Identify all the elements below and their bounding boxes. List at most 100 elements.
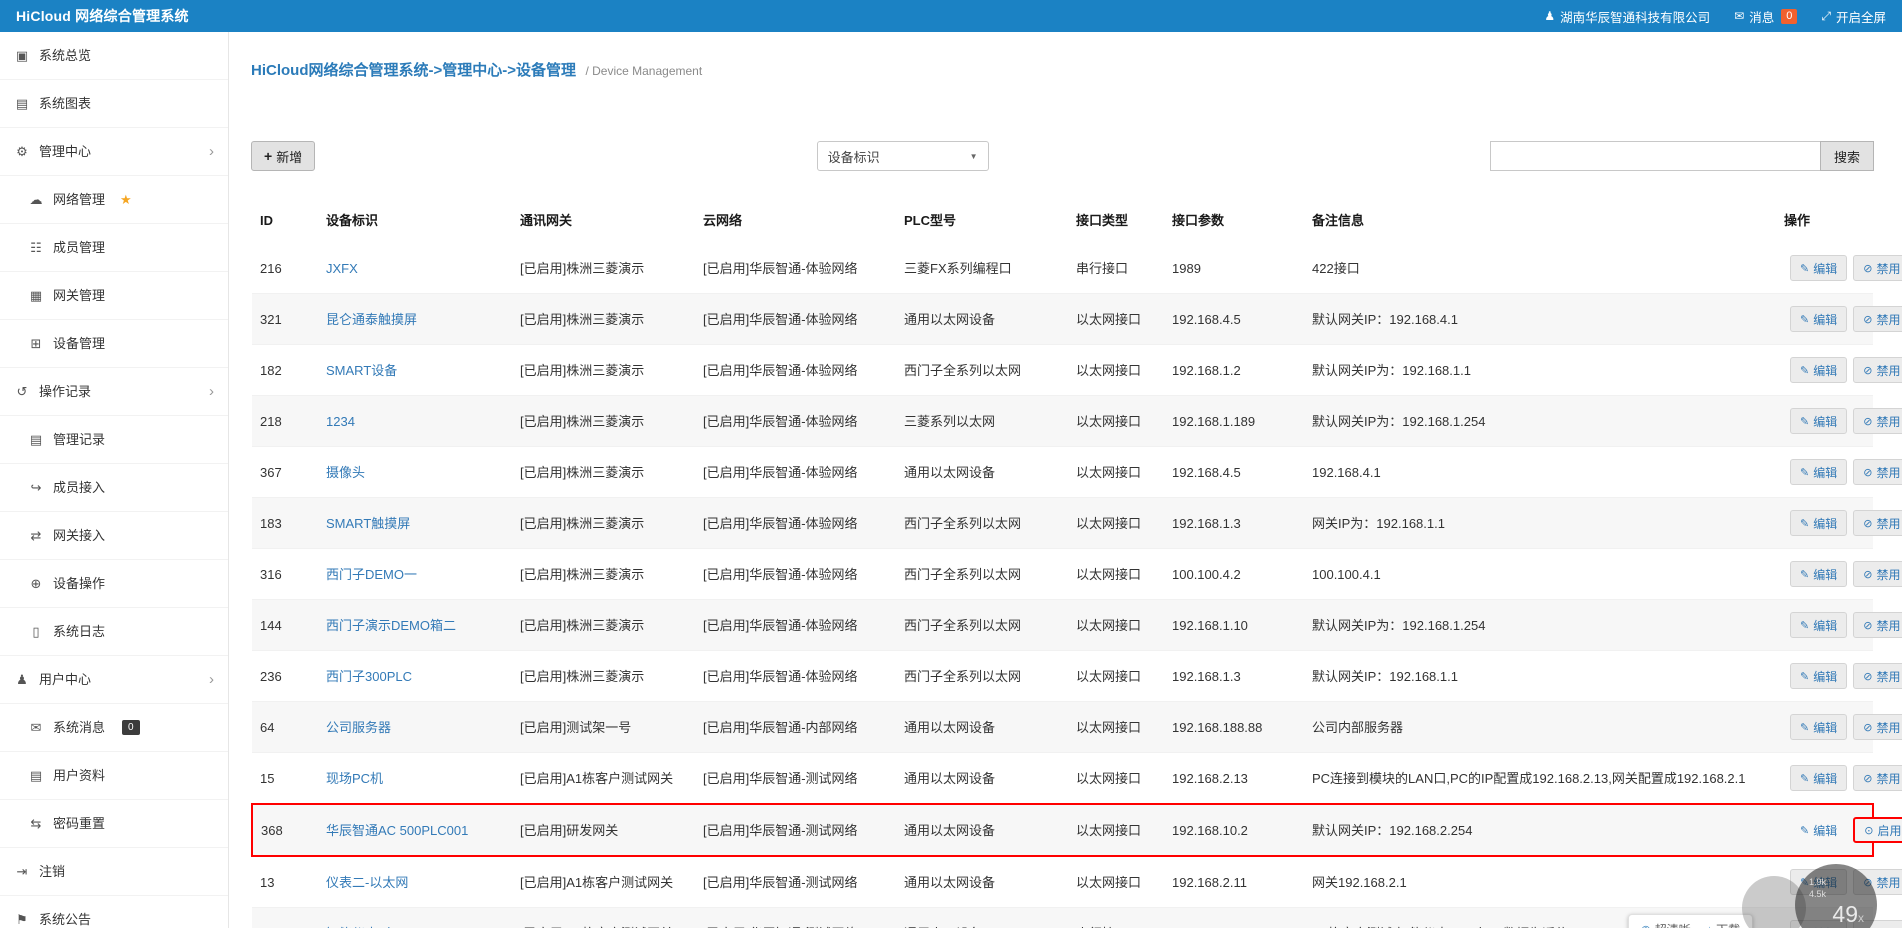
column-header: ID xyxy=(252,198,318,243)
sidebar-item-system-announcement[interactable]: ⚑系统公告 xyxy=(0,896,228,928)
device-name-link[interactable]: 1234 xyxy=(326,414,355,429)
disable-button[interactable]: ⊘禁用 xyxy=(1853,561,1902,587)
sidebar-item-label: 设备管理 xyxy=(53,335,105,352)
device-id: 144 xyxy=(252,600,318,651)
sidebar-item-system-overview[interactable]: ▣系统总览 xyxy=(0,32,228,80)
sidebar-item-user-profile[interactable]: ▤用户资料 xyxy=(0,752,228,800)
edit-button[interactable]: ✎编辑 xyxy=(1790,612,1847,638)
disable-button[interactable]: ⊘禁用 xyxy=(1853,408,1902,434)
device-name-link[interactable]: 公司服务器 xyxy=(326,720,391,735)
edit-button[interactable]: ✎编辑 xyxy=(1790,765,1847,791)
device-plc-model: 通用以太网设备 xyxy=(896,804,1068,856)
upload-speed: 1.9k xyxy=(1809,877,1826,887)
device-interface-param: 192.168.4.5 xyxy=(1164,447,1304,498)
sidebar-item-device-operations[interactable]: ⊕设备操作 xyxy=(0,560,228,608)
edit-button[interactable]: ✎编辑 xyxy=(1790,306,1847,332)
device-name-link[interactable]: JXFX xyxy=(326,261,358,276)
disable-button[interactable]: ⊘禁用 xyxy=(1853,306,1902,332)
device-name-link[interactable]: 摄像头 xyxy=(326,465,365,480)
search-input[interactable] xyxy=(1490,141,1820,171)
device-interface-type: 以太网接口 xyxy=(1068,549,1164,600)
disable-button[interactable]: ⊘禁用 xyxy=(1853,255,1902,281)
fullscreen-button[interactable]: ⤢ 开启全屏 xyxy=(1821,7,1886,26)
pencil-icon: ✎ xyxy=(1800,568,1809,581)
sidebar-item-system-charts[interactable]: ▤系统图表 xyxy=(0,80,228,128)
device-name-link[interactable]: 仪表二-以太网 xyxy=(326,875,408,890)
pencil-icon: ✎ xyxy=(1800,262,1809,275)
device-plc-model: 通用以太网设备 xyxy=(896,856,1068,908)
messages-menu[interactable]: ✉ 消息 0 xyxy=(1734,7,1797,26)
pencil-icon: ✎ xyxy=(1800,670,1809,683)
sidebar-item-admin-records[interactable]: ▤管理记录 xyxy=(0,416,228,464)
device-filter-value: 设备标识 xyxy=(828,147,880,166)
device-name-link[interactable]: 现场PC机 xyxy=(326,771,383,786)
disable-button[interactable]: ⊘禁用 xyxy=(1853,459,1902,485)
device-name-link[interactable]: 华辰智通AC 500PLC001 xyxy=(326,823,468,838)
device-note: 网关IP为：192.168.1.1 xyxy=(1304,498,1776,549)
device-cloud-network: [已启用]华辰智通-测试网络 xyxy=(695,908,896,928)
ban-icon: ⊘ xyxy=(1863,619,1872,632)
device-note: 422接口 xyxy=(1304,243,1776,294)
table-row: 368华辰智通AC 500PLC001[已启用]研发网关[已启用]华辰智通-测试… xyxy=(252,804,1873,856)
add-device-button[interactable]: + 新增 xyxy=(251,141,315,171)
edit-button[interactable]: ✎编辑 xyxy=(1790,408,1847,434)
device-cloud-network: [已启用]华辰智通-测试网络 xyxy=(695,753,896,805)
enable-button[interactable]: ⊙启用 xyxy=(1853,817,1902,843)
exchange-icon: ⇄ xyxy=(28,527,44,544)
edit-button[interactable]: ✎编辑 xyxy=(1790,510,1847,536)
sidebar-item-logout[interactable]: ⇥注销 xyxy=(0,848,228,896)
disable-button[interactable]: ⊘禁用 xyxy=(1853,612,1902,638)
device-name-cell: 摄像头 xyxy=(318,447,512,498)
chart-icon: ▤ xyxy=(14,95,30,112)
sidebar-item-user-center[interactable]: ♟用户中心› xyxy=(0,656,228,704)
device-filter-select[interactable]: 设备标识 ▼ xyxy=(817,141,989,171)
device-note: 默认网关IP：192.168.2.254 xyxy=(1304,804,1776,856)
device-note: 默认网关IP为：192.168.1.254 xyxy=(1304,600,1776,651)
sidebar-item-gateway-mgmt[interactable]: ▦网关管理 xyxy=(0,272,228,320)
disable-button[interactable]: ⊘禁用 xyxy=(1853,663,1902,689)
sidebar-item-system-logs[interactable]: ▯系统日志 xyxy=(0,608,228,656)
disable-button[interactable]: ⊘禁用 xyxy=(1853,714,1902,740)
ban-icon: ⊘ xyxy=(1863,466,1872,479)
edit-button[interactable]: ✎编辑 xyxy=(1790,357,1847,383)
quality-button[interactable]: ◉ 超清晰 xyxy=(1641,921,1691,928)
sidebar-item-network-mgmt[interactable]: ☁网络管理★ xyxy=(0,176,228,224)
edit-button[interactable]: ✎编辑 xyxy=(1790,663,1847,689)
edit-button[interactable]: ✎编辑 xyxy=(1790,459,1847,485)
ban-icon: ⊘ xyxy=(1863,670,1872,683)
device-gateway: [已启用]株洲三菱演示 xyxy=(512,498,695,549)
edit-button[interactable]: ✎编辑 xyxy=(1790,255,1847,281)
gear-icon: ⚙ xyxy=(14,143,30,160)
table-row: 182SMART设备[已启用]株洲三菱演示[已启用]华辰智通-体验网络西门子全系… xyxy=(252,345,1873,396)
sidebar-item-member-mgmt[interactable]: ☷成员管理 xyxy=(0,224,228,272)
sidebar-item-operation-records[interactable]: ↺操作记录› xyxy=(0,368,228,416)
sidebar-item-system-messages[interactable]: ✉系统消息0 xyxy=(0,704,228,752)
device-name-link[interactable]: 西门子演示DEMO箱二 xyxy=(326,618,456,633)
sidebar-item-password-reset[interactable]: ⇆密码重置 xyxy=(0,800,228,848)
disable-button[interactable]: ⊘禁用 xyxy=(1853,510,1902,536)
disable-button[interactable]: ⊘禁用 xyxy=(1853,765,1902,791)
device-name-link[interactable]: SMART设备 xyxy=(326,363,397,378)
device-name-link[interactable]: 西门子300PLC xyxy=(326,669,412,684)
device-name-link[interactable]: 昆仑通泰触摸屏 xyxy=(326,312,417,327)
edit-button[interactable]: ✎编辑 xyxy=(1790,817,1847,843)
device-name-link[interactable]: SMART触摸屏 xyxy=(326,516,410,531)
edit-button[interactable]: ✎编辑 xyxy=(1790,561,1847,587)
monitor-icon: ▣ xyxy=(14,47,30,64)
sidebar-item-admin-center[interactable]: ⚙管理中心› xyxy=(0,128,228,176)
sidebar-item-member-access[interactable]: ↪成员接入 xyxy=(0,464,228,512)
ban-icon: ⊘ xyxy=(1863,313,1872,326)
column-header: PLC型号 xyxy=(896,198,1068,243)
company-menu[interactable]: ♟ 湖南华辰智通科技有限公司 xyxy=(1544,7,1710,26)
sidebar-item-gateway-access[interactable]: ⇄网关接入 xyxy=(0,512,228,560)
disable-button[interactable]: ⊘禁用 xyxy=(1853,357,1902,383)
device-name-link[interactable]: 西门子DEMO一 xyxy=(326,567,417,582)
grid-icon: ▦ xyxy=(28,287,44,304)
row-actions: ✎编辑⊙启用✖删除 xyxy=(1776,804,1873,856)
sidebar-item-device-mgmt[interactable]: ⊞设备管理 xyxy=(0,320,228,368)
download-button[interactable]: ↓ 下载 xyxy=(1707,921,1741,928)
device-note: 公司内部服务器 xyxy=(1304,702,1776,753)
sidebar-item-label: 成员管理 xyxy=(53,239,105,256)
edit-button[interactable]: ✎编辑 xyxy=(1790,714,1847,740)
search-button[interactable]: 搜索 xyxy=(1820,141,1874,171)
